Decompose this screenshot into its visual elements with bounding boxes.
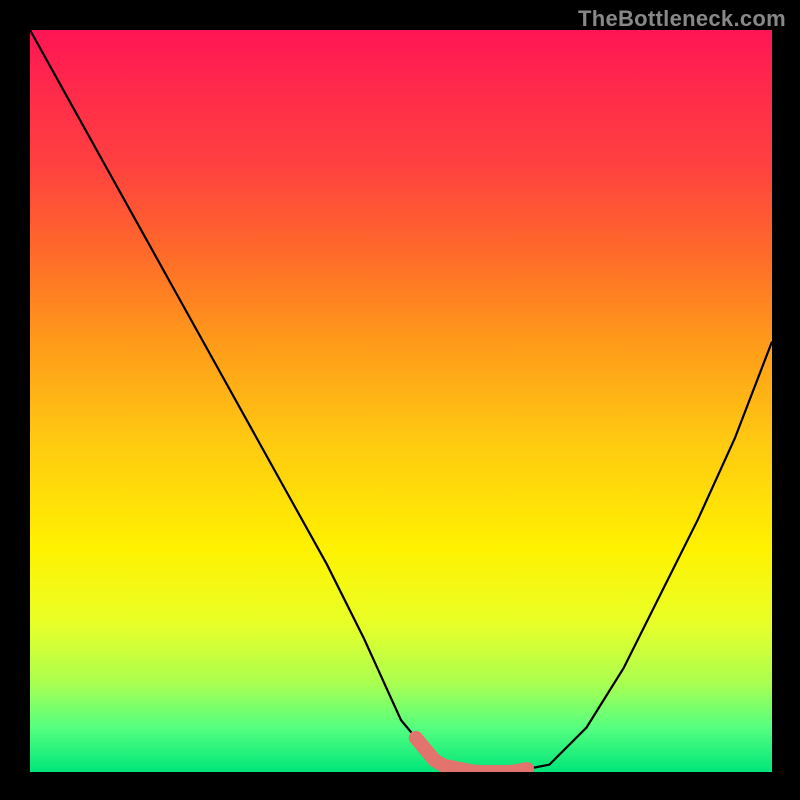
curve-layer xyxy=(30,30,772,772)
chart-frame: TheBottleneck.com xyxy=(0,0,800,800)
plot-area xyxy=(30,30,772,772)
bottleneck-curve xyxy=(30,30,772,772)
highlight-segment xyxy=(416,738,527,772)
watermark-label: TheBottleneck.com xyxy=(578,6,786,32)
